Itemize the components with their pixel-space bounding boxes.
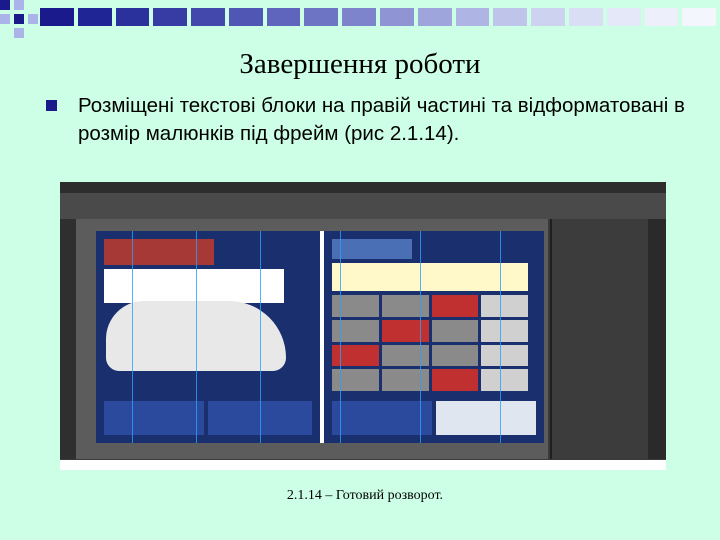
app-toolbar — [60, 193, 666, 219]
bullet-item: Розміщені текстові блоки на правій части… — [46, 92, 696, 148]
tools-panel — [60, 219, 76, 459]
panel-dock — [648, 219, 666, 459]
app-menubar — [60, 182, 666, 193]
bullet-text: Розміщені текстові блоки на правій части… — [78, 94, 685, 145]
gradient-bar — [40, 8, 720, 26]
figure-screenshot — [60, 182, 666, 470]
layout-guides — [96, 231, 544, 443]
slide-title: Завершення роботи — [239, 48, 481, 80]
square-bullet-icon — [46, 100, 57, 111]
document-canvas — [76, 219, 548, 459]
spread-page — [96, 231, 544, 443]
figure-caption: 2.1.14 – Готовий розворот. — [286, 488, 444, 503]
